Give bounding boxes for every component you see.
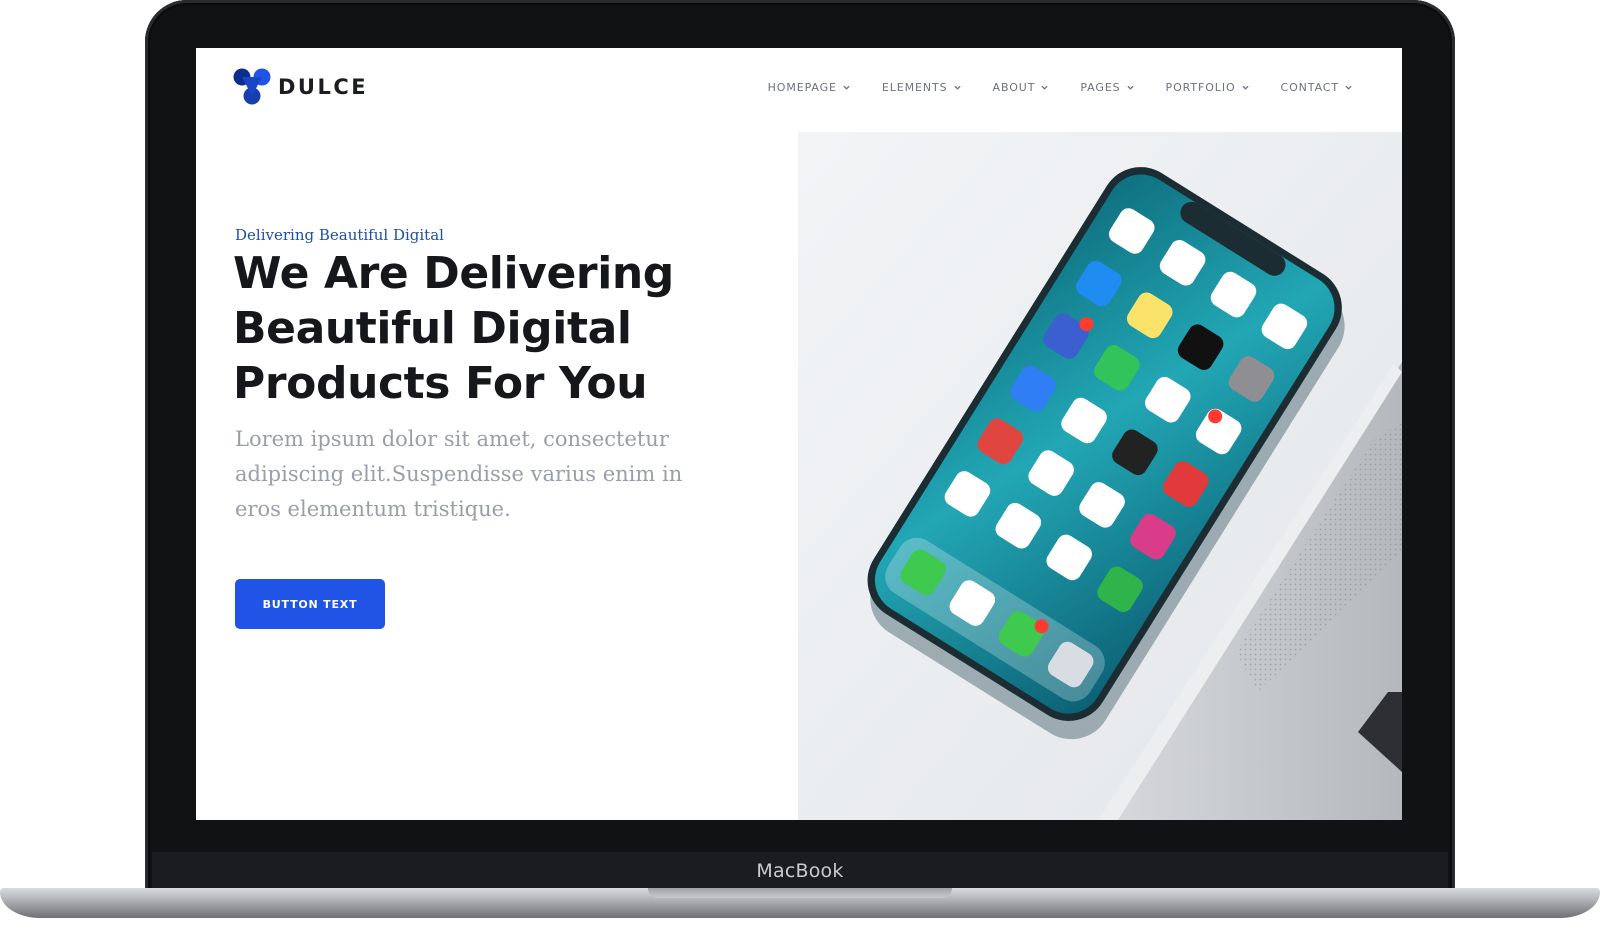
nav-label: HOMEPAGE: [767, 81, 837, 94]
chevron-down-icon: [843, 85, 850, 90]
nav-elements[interactable]: ELEMENTS: [882, 81, 961, 94]
smartphone-photo: [798, 132, 1402, 820]
nav-label: PAGES: [1080, 81, 1121, 94]
nav-label: PORTFOLIO: [1165, 81, 1236, 94]
nav-contact[interactable]: CONTACT: [1281, 81, 1352, 94]
nav-label: CONTACT: [1280, 81, 1339, 94]
hero-headline: We Are Delivering Beautiful Digital Prod…: [233, 248, 674, 409]
main-nav: HOMEPAGE ELEMENTS ABOUT PAGES PORTFOLIO …: [736, 81, 1352, 94]
nav-pages[interactable]: PAGES: [1080, 81, 1134, 94]
chevron-down-icon: [1126, 85, 1134, 90]
chevron-down-icon: [1241, 85, 1249, 90]
site-logo[interactable]: DULCE: [232, 68, 368, 106]
laptop-notch: [648, 888, 952, 898]
logo-icon: [233, 68, 271, 105]
hero-description: Lorem ipsum dolor sit amet, consectetur …: [235, 427, 683, 521]
chevron-down-icon: [953, 85, 961, 90]
nav-about[interactable]: ABOUT: [993, 81, 1049, 94]
browser-screen: DULCE HOMEPAGE ELEMENTS ABOUT PAGES PORT…: [196, 48, 1402, 820]
nav-label: ELEMENTS: [881, 81, 948, 94]
nav-homepage[interactable]: HOMEPAGE: [768, 81, 850, 94]
nav-label: ABOUT: [992, 81, 1036, 94]
cta-button[interactable]: BUTTON TEXT: [235, 579, 385, 629]
device-label: MacBook: [756, 860, 844, 882]
nav-portfolio[interactable]: PORTFOLIO: [1166, 81, 1249, 94]
logo-text: DULCE: [278, 75, 369, 99]
chevron-down-icon: [1041, 85, 1048, 90]
hero-eyebrow: Delivering Beautiful Digital: [235, 226, 444, 244]
chevron-down-icon: [1345, 85, 1352, 90]
